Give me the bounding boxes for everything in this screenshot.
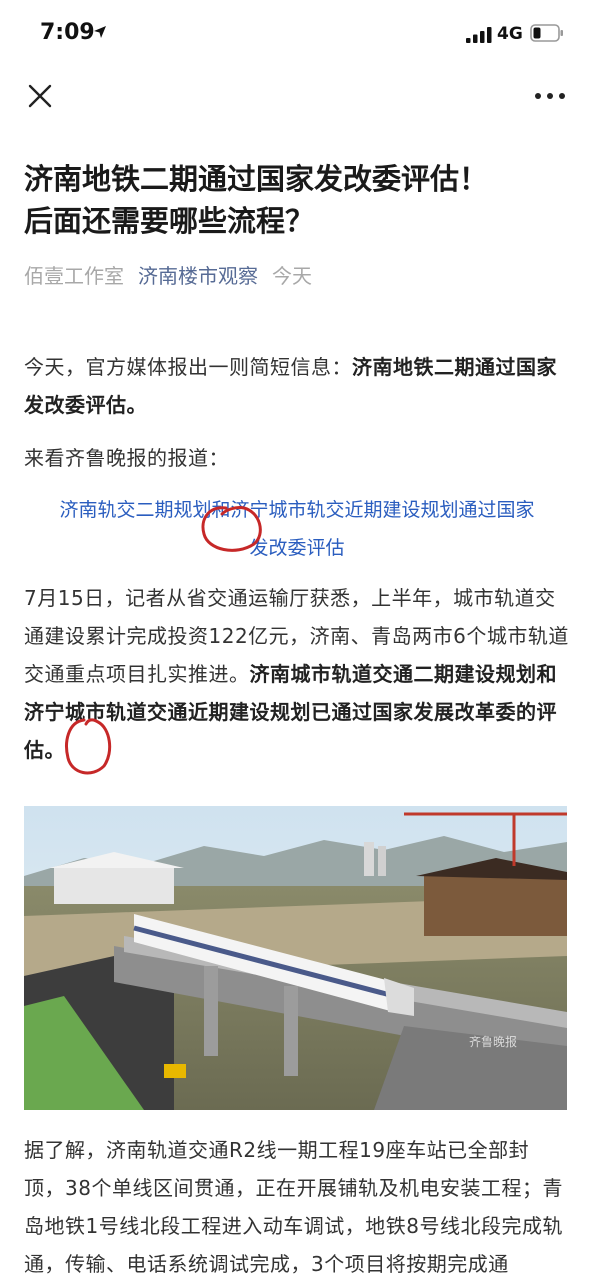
quoted-headline-link[interactable]: 济南轨交二期规划和济宁城市轨交近期建设规划通过国家 发改委评估 <box>24 491 570 567</box>
location-arrow-icon <box>94 26 106 38</box>
title-line-1: 济南地铁二期通过国家发改委评估！ <box>24 162 489 196</box>
intro-text: 今天，官方媒体报出一则简短信息： <box>24 355 352 379</box>
quote-line-2: 发改委评估 <box>249 537 345 559</box>
quote-line-1: 济南轨交二期规划和济宁城市轨交近期建设规划通过国家 <box>59 499 535 521</box>
battery-icon <box>530 24 563 42</box>
paragraph-intro: 今天，官方媒体报出一则简短信息：济南地铁二期通过国家发改委评估。 <box>24 348 570 424</box>
publish-date: 今天 <box>272 264 312 288</box>
nav-bar <box>0 64 590 126</box>
article-title: 济南地铁二期通过国家发改委评估！ 后面还需要哪些流程？ <box>24 158 570 242</box>
more-icon[interactable] <box>530 84 570 108</box>
metro-train-photo: 齐鲁晚报 <box>24 806 567 1110</box>
close-icon[interactable] <box>24 80 56 112</box>
status-time: 7:09 <box>40 20 95 45</box>
photo-watermark: 齐鲁晚报 <box>469 1034 517 1049</box>
paragraph-source: 来看齐鲁晚报的报道： <box>24 446 229 470</box>
network-type: 4G <box>497 24 523 44</box>
author-name: 佰壹工作室 <box>24 264 124 288</box>
title-line-2: 后面还需要哪些流程？ <box>24 204 315 238</box>
article-meta: 佰壹工作室 济南楼市观察 今天 <box>24 262 570 290</box>
account-name-link[interactable]: 济南楼市观察 <box>138 264 258 288</box>
article-body: 济南地铁二期通过国家发改委评估！ 后面还需要哪些流程？ 佰壹工作室 济南楼市观察今… <box>24 158 570 769</box>
signal-icon <box>466 27 492 43</box>
paragraph-report: 7月15日，记者从省交通运输厅获悉，上半年，城市轨道交通建设累计完成投资122亿… <box>24 579 570 769</box>
paragraph-details: 据了解，济南轨道交通R2线一期工程19座车站已全部封顶，38个单线区间贯通，正在… <box>24 1138 563 1276</box>
status-bar: 7:09 4G <box>0 0 590 64</box>
